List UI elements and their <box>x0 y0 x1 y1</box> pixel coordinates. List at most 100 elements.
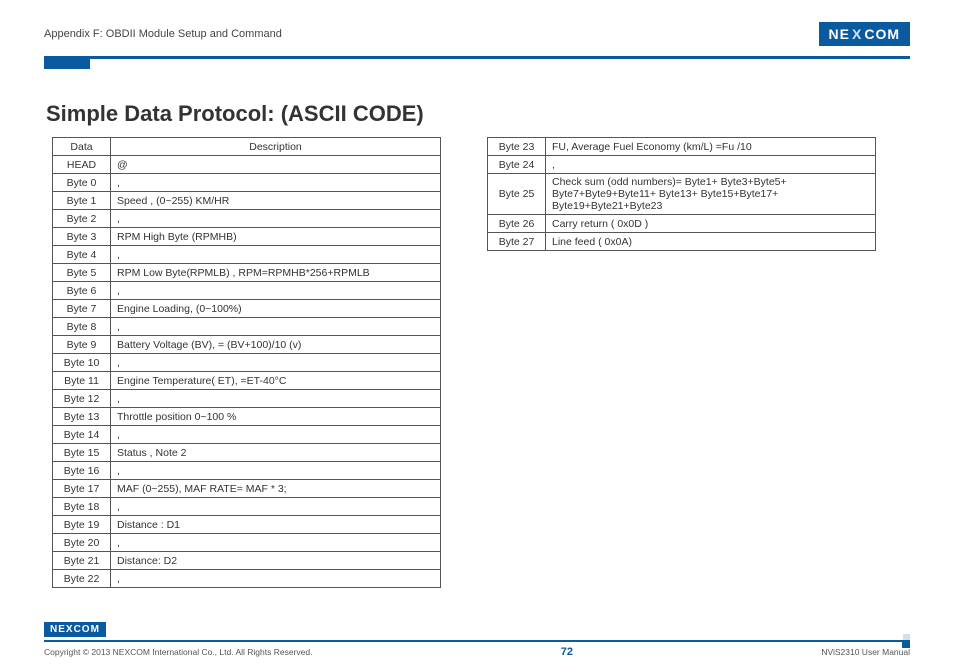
cell-data: Byte 2 <box>53 210 111 228</box>
table-row: Byte 6, <box>53 282 441 300</box>
cell-data: Byte 13 <box>53 408 111 426</box>
appendix-label: Appendix F: OBDII Module Setup and Comma… <box>44 28 282 40</box>
table-row: Byte 9Battery Voltage (BV), = (BV+100)/1… <box>53 336 441 354</box>
table-row: Byte 12, <box>53 390 441 408</box>
cell-desc: Distance: D2 <box>111 552 441 570</box>
cell-data: Byte 10 <box>53 354 111 372</box>
cell-desc: Check sum (odd numbers)= Byte1+ Byte3+By… <box>546 174 876 215</box>
cell-data: Byte 15 <box>53 444 111 462</box>
table-row: Byte 22, <box>53 570 441 588</box>
table-row: Byte 27Line feed ( 0x0A) <box>488 233 876 251</box>
cell-data: Byte 1 <box>53 192 111 210</box>
cell-data: Byte 3 <box>53 228 111 246</box>
cell-data: Byte 9 <box>53 336 111 354</box>
tables-wrap: Data Description HEAD@Byte 0,Byte 1Speed… <box>44 137 910 588</box>
table-row: Byte 10, <box>53 354 441 372</box>
table-row: Byte 11Engine Temperature( ET), =ET-40°C <box>53 372 441 390</box>
cell-data: Byte 7 <box>53 300 111 318</box>
nexcom-logo: NEXCOM <box>819 22 910 46</box>
table-header-row: Data Description <box>53 138 441 156</box>
table-row: Byte 17MAF (0~255), MAF RATE= MAF * 3; <box>53 480 441 498</box>
cell-data: Byte 5 <box>53 264 111 282</box>
cell-desc: , <box>111 354 441 372</box>
cell-data: Byte 11 <box>53 372 111 390</box>
table-row: Byte 15Status , Note 2 <box>53 444 441 462</box>
table-row: Byte 24, <box>488 156 876 174</box>
cell-desc: , <box>111 462 441 480</box>
table-row: Byte 8, <box>53 318 441 336</box>
cell-desc: RPM High Byte (RPMHB) <box>111 228 441 246</box>
logo-text-a: NE <box>829 26 850 42</box>
table-row: Byte 7Engine Loading, (0~100%) <box>53 300 441 318</box>
cell-data: Byte 27 <box>488 233 546 251</box>
col-header-desc: Description <box>111 138 441 156</box>
cell-data: Byte 24 <box>488 156 546 174</box>
cell-data: Byte 26 <box>488 215 546 233</box>
cell-data: Byte 12 <box>53 390 111 408</box>
cell-data: Byte 16 <box>53 462 111 480</box>
footer-rule <box>44 640 910 642</box>
table-row: Byte 16, <box>53 462 441 480</box>
page-header: Appendix F: OBDII Module Setup and Comma… <box>44 22 910 52</box>
manual-name: NViS2310 User Manual <box>821 647 910 657</box>
cell-data: HEAD <box>53 156 111 174</box>
cell-desc: , <box>111 282 441 300</box>
cell-data: Byte 6 <box>53 282 111 300</box>
cell-desc: @ <box>111 156 441 174</box>
protocol-table-left: Data Description HEAD@Byte 0,Byte 1Speed… <box>52 137 441 588</box>
cell-desc: , <box>111 174 441 192</box>
cell-desc: Line feed ( 0x0A) <box>546 233 876 251</box>
cell-data: Byte 18 <box>53 498 111 516</box>
cell-desc: , <box>111 246 441 264</box>
header-tab-icon <box>44 59 90 69</box>
logo-text-x: X <box>852 26 862 42</box>
copyright-text: Copyright © 2013 NEXCOM International Co… <box>44 647 312 657</box>
table-row: Byte 1Speed , (0~255) KM/HR <box>53 192 441 210</box>
cell-data: Byte 17 <box>53 480 111 498</box>
protocol-table-right: Byte 23FU, Average Fuel Economy (km/L) =… <box>487 137 876 251</box>
cell-data: Byte 21 <box>53 552 111 570</box>
cell-desc: , <box>111 318 441 336</box>
cell-desc: , <box>111 210 441 228</box>
table-row: Byte 5RPM Low Byte(RPMLB) , RPM=RPMHB*25… <box>53 264 441 282</box>
cell-desc: Engine Temperature( ET), =ET-40°C <box>111 372 441 390</box>
cell-desc: Engine Loading, (0~100%) <box>111 300 441 318</box>
cell-desc: , <box>546 156 876 174</box>
cell-data: Byte 23 <box>488 138 546 156</box>
cell-data: Byte 4 <box>53 246 111 264</box>
cell-desc: MAF (0~255), MAF RATE= MAF * 3; <box>111 480 441 498</box>
cell-desc: Throttle position 0~100 % <box>111 408 441 426</box>
cell-desc: Distance : D1 <box>111 516 441 534</box>
cell-data: Byte 22 <box>53 570 111 588</box>
table-row: Byte 23FU, Average Fuel Economy (km/L) =… <box>488 138 876 156</box>
cell-desc: , <box>111 534 441 552</box>
table-row: Byte 18, <box>53 498 441 516</box>
col-header-data: Data <box>53 138 111 156</box>
logo-text-b: COM <box>864 26 900 42</box>
cell-data: Byte 0 <box>53 174 111 192</box>
table-row: Byte 4, <box>53 246 441 264</box>
header-rule <box>44 56 910 59</box>
table-row: Byte 2, <box>53 210 441 228</box>
cell-data: Byte 14 <box>53 426 111 444</box>
cell-desc: Status , Note 2 <box>111 444 441 462</box>
cell-desc: FU, Average Fuel Economy (km/L) =Fu /10 <box>546 138 876 156</box>
cell-desc: Speed , (0~255) KM/HR <box>111 192 441 210</box>
table-row: Byte 0, <box>53 174 441 192</box>
cell-data: Byte 19 <box>53 516 111 534</box>
cell-data: Byte 20 <box>53 534 111 552</box>
cell-desc: , <box>111 390 441 408</box>
table-row: HEAD@ <box>53 156 441 174</box>
footer-square-icon <box>902 640 910 648</box>
page-footer: NEXCOM Copyright © 2013 NEXCOM Internati… <box>44 619 910 658</box>
cell-desc: , <box>111 426 441 444</box>
footer-logo: NEXCOM <box>44 622 106 637</box>
table-row: Byte 13Throttle position 0~100 % <box>53 408 441 426</box>
page-title: Simple Data Protocol: (ASCII CODE) <box>46 101 910 127</box>
table-row: Byte 26Carry return ( 0x0D ) <box>488 215 876 233</box>
cell-desc: Carry return ( 0x0D ) <box>546 215 876 233</box>
table-row: Byte 20, <box>53 534 441 552</box>
cell-desc: , <box>111 498 441 516</box>
page-number: 72 <box>561 646 573 658</box>
cell-data: Byte 8 <box>53 318 111 336</box>
